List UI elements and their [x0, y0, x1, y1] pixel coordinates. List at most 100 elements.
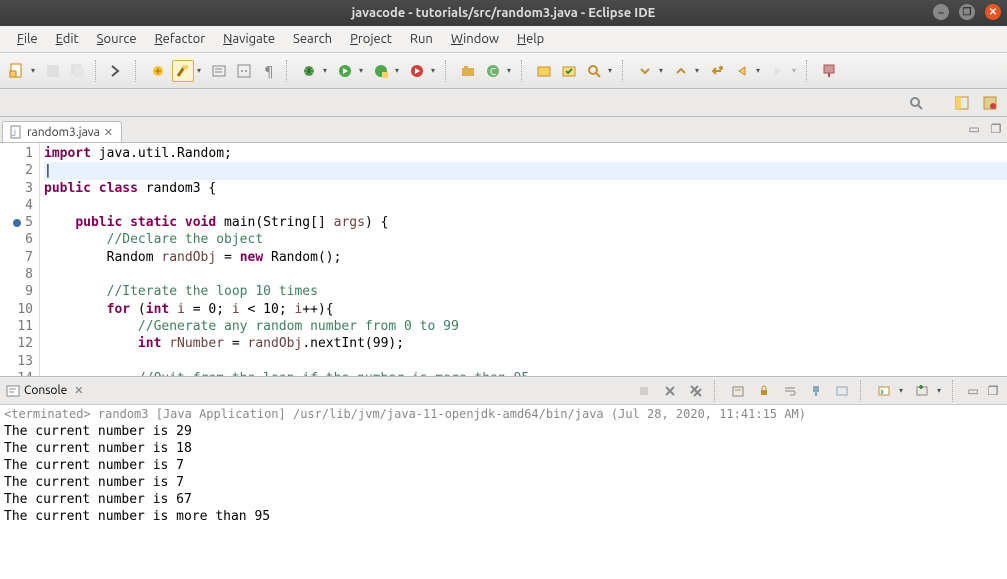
- coverage-button[interactable]: [370, 60, 392, 82]
- remove-launch-button[interactable]: [659, 380, 681, 402]
- dropdown-arrow-icon[interactable]: ▾: [507, 60, 515, 82]
- dropdown-arrow-icon[interactable]: ▾: [756, 60, 764, 82]
- dropdown-arrow-icon[interactable]: ▾: [359, 60, 367, 82]
- line-number-gutter: 1 2 3 45 6 7 8 91011121314: [0, 143, 40, 376]
- menu-source[interactable]: Source: [88, 29, 146, 49]
- toggle-word-wrap-button[interactable]: [208, 60, 230, 82]
- window-maximize-button[interactable]: ❐: [959, 4, 975, 20]
- debug-button[interactable]: [298, 60, 320, 82]
- toggle-mark-occurrences-button[interactable]: [147, 60, 169, 82]
- code-line[interactable]: //Iterate the loop 10 times: [44, 283, 1007, 300]
- menu-project[interactable]: Project: [341, 29, 401, 49]
- word-wrap-console-button[interactable]: [779, 380, 801, 402]
- dropdown-arrow-icon[interactable]: ▾: [31, 60, 39, 82]
- code-line[interactable]: public static void main(String[] args) {: [44, 214, 1007, 231]
- open-perspective-button[interactable]: [951, 92, 973, 114]
- menu-help[interactable]: Help: [508, 29, 553, 49]
- code-line[interactable]: [44, 266, 1007, 283]
- code-line[interactable]: //Declare the object: [44, 231, 1007, 248]
- code-line[interactable]: [44, 197, 1007, 214]
- menu-file[interactable]: File: [8, 29, 47, 49]
- dropdown-arrow-icon[interactable]: ▾: [937, 380, 945, 402]
- dropdown-arrow-icon[interactable]: ▾: [792, 60, 800, 82]
- tab-close-icon[interactable]: ✕: [104, 126, 113, 139]
- code-area[interactable]: import java.util.Random;|public class ra…: [40, 143, 1007, 376]
- console-output[interactable]: <terminated> random3 [Java Application] …: [0, 405, 1007, 579]
- line-number: 9: [4, 283, 33, 300]
- back-button[interactable]: [731, 60, 753, 82]
- open-type-button[interactable]: [533, 60, 555, 82]
- new-java-package-button[interactable]: [457, 60, 479, 82]
- remove-all-terminated-button[interactable]: [685, 380, 707, 402]
- quick-access-icon[interactable]: [905, 92, 927, 114]
- code-line[interactable]: |: [44, 162, 1007, 179]
- menu-refactor[interactable]: Refactor: [146, 29, 215, 49]
- line-number: 13: [4, 353, 33, 370]
- code-line[interactable]: int rNumber = randObj.nextInt(99);: [44, 335, 1007, 352]
- toggle-breadcrumb-button[interactable]: [107, 60, 129, 82]
- dropdown-arrow-icon[interactable]: ▾: [323, 60, 331, 82]
- open-task-button[interactable]: [558, 60, 580, 82]
- window-minimize-button[interactable]: –: [933, 4, 949, 20]
- java-perspective-button[interactable]: [979, 92, 1001, 114]
- search-button[interactable]: [583, 60, 605, 82]
- editor-tab[interactable]: J random3.java ✕: [2, 121, 122, 142]
- menu-search[interactable]: Search: [284, 29, 341, 49]
- maximize-console-icon[interactable]: ❐: [985, 380, 1001, 402]
- tab-close-icon[interactable]: ✕: [74, 384, 83, 397]
- dropdown-arrow-icon[interactable]: ▾: [695, 60, 703, 82]
- menu-edit[interactable]: Edit: [47, 29, 88, 49]
- pilcrow-button[interactable]: ¶: [258, 60, 280, 82]
- separator-icon: [714, 380, 720, 402]
- next-annotation-button[interactable]: [634, 60, 656, 82]
- display-selected-console-button[interactable]: [831, 380, 853, 402]
- pin-editor-button[interactable]: [818, 60, 840, 82]
- new-button[interactable]: [6, 60, 28, 82]
- java-file-icon: J: [9, 125, 23, 139]
- dropdown-arrow-icon[interactable]: ▾: [431, 60, 439, 82]
- code-line[interactable]: import java.util.Random;: [44, 145, 1007, 162]
- dropdown-arrow-icon[interactable]: ▾: [608, 60, 616, 82]
- code-editor[interactable]: 1 2 3 45 6 7 8 91011121314 import java.u…: [0, 143, 1007, 377]
- line-number: 6: [4, 231, 33, 248]
- dropdown-arrow-icon[interactable]: ▾: [659, 60, 667, 82]
- code-line[interactable]: public class random3 {: [44, 180, 1007, 197]
- last-edit-location-button[interactable]: [706, 60, 728, 82]
- code-line[interactable]: //Quit from the loop if the number is mo…: [44, 370, 1007, 377]
- pin-console-button[interactable]: [805, 380, 827, 402]
- code-line[interactable]: Random randObj = new Random();: [44, 249, 1007, 266]
- forward-button[interactable]: [767, 60, 789, 82]
- separator-icon: [135, 60, 141, 82]
- minimize-console-icon[interactable]: ▭: [965, 380, 981, 402]
- line-number: 10: [4, 301, 33, 318]
- window-titlebar: javacode - tutorials/src/random3.java - …: [0, 0, 1007, 26]
- dropdown-arrow-icon[interactable]: ▾: [395, 60, 403, 82]
- run-button[interactable]: [334, 60, 356, 82]
- line-number: 4: [4, 197, 33, 214]
- menu-navigate[interactable]: Navigate: [214, 29, 284, 49]
- save-all-button[interactable]: [67, 60, 89, 82]
- previous-annotation-button[interactable]: [670, 60, 692, 82]
- new-java-class-button[interactable]: C: [482, 60, 504, 82]
- code-line[interactable]: //Generate any random number from 0 to 9…: [44, 318, 1007, 335]
- new-console-view-button[interactable]: [911, 380, 933, 402]
- window-close-button[interactable]: ✕: [985, 4, 1001, 20]
- terminate-button[interactable]: [633, 380, 655, 402]
- scroll-lock-button[interactable]: [753, 380, 775, 402]
- separator-icon: [286, 60, 292, 82]
- clear-console-button[interactable]: [727, 380, 749, 402]
- save-button[interactable]: [42, 60, 64, 82]
- show-whitespace-button[interactable]: [233, 60, 255, 82]
- open-console-button[interactable]: [873, 380, 895, 402]
- dropdown-arrow-icon[interactable]: ▾: [899, 380, 907, 402]
- menu-window[interactable]: Window: [442, 29, 508, 49]
- code-line[interactable]: [44, 353, 1007, 370]
- dropdown-arrow-icon[interactable]: ▾: [197, 60, 205, 82]
- external-tools-button[interactable]: [406, 60, 428, 82]
- menu-run[interactable]: Run: [401, 29, 442, 49]
- maximize-view-icon[interactable]: ❐: [988, 121, 1004, 137]
- code-line[interactable]: for (int i = 0; i < 10; i++){: [44, 301, 1007, 318]
- toggle-block-selection-button[interactable]: [172, 60, 194, 82]
- minimize-view-icon[interactable]: ▭: [966, 121, 982, 137]
- console-line: The current number is more than 95: [4, 508, 1003, 525]
